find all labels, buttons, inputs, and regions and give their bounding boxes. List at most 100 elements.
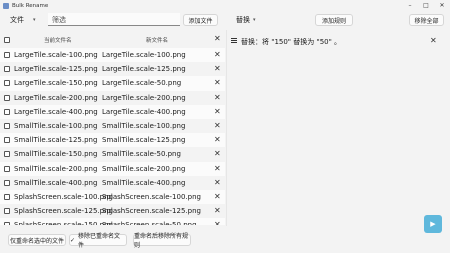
row-checkbox[interactable] <box>4 222 10 225</box>
row-checkbox[interactable] <box>4 193 10 200</box>
window-controls: – □ ✕ <box>402 0 450 11</box>
row-checkbox[interactable] <box>4 151 10 158</box>
add-rule-button[interactable]: 添加规则 <box>315 14 353 26</box>
new-filename: LargeTile.scale-100.png <box>102 51 186 59</box>
check-icon: ✓ <box>70 236 76 244</box>
file-toolbar: 文件 ▾ 筛选 添加文件 <box>0 12 225 28</box>
close-icon[interactable]: ✕ <box>214 221 221 225</box>
row-checkbox[interactable] <box>4 108 10 115</box>
chevron-down-icon: ▾ <box>253 17 256 23</box>
new-filename: SmallTile.scale-100.png <box>102 121 186 130</box>
original-name-header: 当前文件名 <box>44 38 72 44</box>
rule-type-label: 替换 <box>236 16 250 24</box>
original-filename: SmallTile.scale-150.png <box>14 150 98 159</box>
maximize-button[interactable]: □ <box>418 0 434 11</box>
close-icon[interactable]: ✕ <box>214 35 221 43</box>
remove-renamed-toggle[interactable]: ✓ 移除已重命名文件 <box>69 233 127 249</box>
table-row[interactable]: SmallTile.scale-150.png SmallTile.scale-5… <box>0 147 225 161</box>
new-filename: LargeTile.scale-400.png <box>102 107 186 116</box>
file-menu-button[interactable]: 文件 ▾ <box>10 15 36 25</box>
file-list: 当前文件名 新文件名 ✕ LargeTile.scale-100.png Larg… <box>0 31 225 225</box>
rule-description: 替换：将 "150" 替换为 "50" 。 <box>241 38 342 46</box>
play-icon: ▶ <box>430 220 436 228</box>
new-filename: LargeTile.scale-50.png <box>102 79 182 88</box>
original-filename: SmallTile.scale-200.png <box>14 164 98 173</box>
close-icon[interactable]: ✕ <box>214 65 221 73</box>
table-row[interactable]: SmallTile.scale-100.png SmallTile.scale-1… <box>0 119 225 133</box>
original-filename: LargeTile.scale-100.png <box>14 51 98 59</box>
close-icon[interactable]: ✕ <box>214 164 221 173</box>
new-filename: LargeTile.scale-125.png <box>102 65 186 74</box>
close-icon[interactable]: ✕ <box>214 136 221 144</box>
table-row[interactable]: SmallTile.scale-200.png SmallTile.scale-2… <box>0 161 225 176</box>
new-filename: SplashScreen.scale-100.png <box>102 192 201 201</box>
row-checkbox[interactable] <box>4 122 10 129</box>
new-filename: LargeTile.scale-200.png <box>102 93 186 102</box>
close-icon[interactable]: ✕ <box>214 93 221 102</box>
table-row[interactable]: LargeTile.scale-200.png LargeTile.scale-2… <box>0 91 225 105</box>
clear-rules-after-rename-button[interactable]: 重命名后移除所有规则 <box>133 233 191 249</box>
row-checkbox[interactable] <box>4 179 10 186</box>
new-name-header: 新文件名 <box>146 38 169 44</box>
table-row[interactable]: SmallTile.scale-400.png SmallTile.scale-4… <box>0 176 225 190</box>
file-list-header: 当前文件名 新文件名 ✕ <box>0 31 225 47</box>
close-icon[interactable]: ✕ <box>214 79 221 87</box>
close-icon[interactable]: ✕ <box>214 178 221 187</box>
original-filename: SmallTile.scale-125.png <box>14 136 98 145</box>
new-filename: SmallTile.scale-200.png <box>102 164 186 173</box>
row-checkbox[interactable] <box>4 80 10 87</box>
new-filename: SplashScreen.scale-125.png <box>102 207 201 216</box>
remove-all-button[interactable]: 移除全部 <box>409 14 444 26</box>
close-icon[interactable]: ✕ <box>214 150 221 158</box>
close-icon[interactable]: ✕ <box>214 51 221 59</box>
close-icon[interactable]: ✕ <box>214 192 221 201</box>
bottom-bar: 仅重命名选中的文件 ✓ 移除已重命名文件 重命名后移除所有规则 <box>0 230 450 253</box>
chevron-down-icon: ▾ <box>33 17 36 23</box>
row-checkbox[interactable] <box>4 137 10 144</box>
add-file-button[interactable]: 添加文件 <box>183 14 218 26</box>
original-filename: LargeTile.scale-150.png <box>14 79 98 88</box>
close-icon[interactable]: ✕ <box>214 121 221 130</box>
close-button[interactable]: ✕ <box>434 0 450 11</box>
row-checkbox[interactable] <box>4 94 10 101</box>
file-menu-label: 文件 <box>10 16 24 24</box>
original-filename: LargeTile.scale-125.png <box>14 65 98 74</box>
rename-selected-only-button[interactable]: 仅重命名选中的文件 <box>8 234 66 246</box>
row-checkbox[interactable] <box>4 165 10 172</box>
remove-renamed-label: 移除已重命名文件 <box>78 233 121 249</box>
original-filename: LargeTile.scale-400.png <box>14 107 98 116</box>
new-filename: SmallTile.scale-400.png <box>102 178 186 187</box>
select-all-checkbox[interactable] <box>4 37 10 43</box>
close-icon[interactable]: ✕ <box>214 107 221 116</box>
title-bar: Bulk Rename – □ ✕ <box>0 0 450 11</box>
table-row[interactable]: SmallTile.scale-125.png SmallTile.scale-1… <box>0 133 225 148</box>
original-filename: SmallTile.scale-100.png <box>14 121 98 130</box>
window-title: Bulk Rename <box>12 2 49 9</box>
new-filename: SmallTile.scale-50.png <box>102 150 181 159</box>
file-rows: LargeTile.scale-100.png LargeTile.scale-1… <box>0 48 225 225</box>
original-filename: SplashScreen.scale-125.png <box>14 207 113 216</box>
row-checkbox[interactable] <box>4 52 10 58</box>
minimize-button[interactable]: – <box>402 0 418 11</box>
original-filename: SmallTile.scale-400.png <box>14 178 98 187</box>
row-checkbox[interactable] <box>4 66 10 73</box>
close-icon[interactable]: ✕ <box>214 207 221 215</box>
original-filename: LargeTile.scale-200.png <box>14 93 98 102</box>
table-row[interactable]: SplashScreen.scale-100.png SplashScreen.s… <box>0 189 225 205</box>
panel-divider <box>226 30 227 226</box>
close-icon[interactable]: ✕ <box>430 37 437 45</box>
row-checkbox[interactable] <box>4 208 10 215</box>
table-row[interactable]: LargeTile.scale-400.png LargeTile.scale-4… <box>0 104 225 119</box>
filter-input[interactable]: 筛选 <box>48 13 180 26</box>
table-row[interactable]: LargeTile.scale-125.png LargeTile.scale-1… <box>0 62 225 76</box>
rule-item[interactable]: 替换：将 "150" 替换为 "50" 。 ✕ <box>227 34 450 48</box>
table-row[interactable]: SplashScreen.scale-150.pngSplashScreen.s… <box>0 218 225 225</box>
rule-type-dropdown[interactable]: 替换 ▾ <box>236 15 256 25</box>
new-filename: SplashScreen.scale-50.png <box>102 221 197 225</box>
drag-handle-icon[interactable] <box>231 38 237 43</box>
app-icon <box>3 2 9 9</box>
table-row[interactable]: LargeTile.scale-100.png LargeTile.scale-1… <box>0 48 225 63</box>
table-row[interactable]: SplashScreen.scale-125.png SplashScreen.s… <box>0 204 225 218</box>
table-row[interactable]: LargeTile.scale-150.png LargeTile.scale-5… <box>0 76 225 91</box>
new-filename: SmallTile.scale-125.png <box>102 136 186 145</box>
